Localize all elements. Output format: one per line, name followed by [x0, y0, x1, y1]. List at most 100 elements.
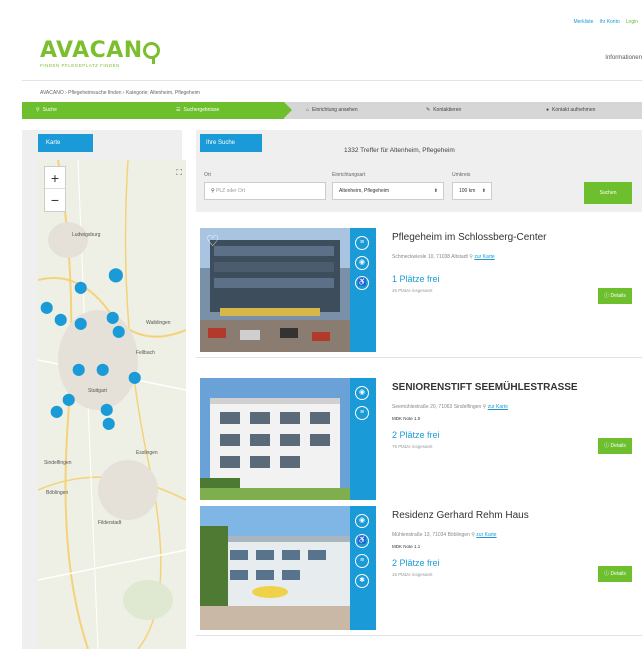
radius-label: Umkreis [452, 172, 471, 178]
map-link[interactable]: zur Karte [476, 532, 496, 538]
mdk-note: MDK Note 1.0 [392, 416, 421, 421]
result-card[interactable]: ◉ ♿ ≡ ✱ Residenz Gerhard Rehm Haus Mühle… [196, 500, 642, 636]
car-icon: ◉ [355, 514, 369, 528]
edit-icon: ✎ [426, 107, 431, 113]
map-pin-icon[interactable]: ⬤ [106, 310, 119, 324]
facility-title[interactable]: Residenz Gerhard Rehm Haus [392, 510, 529, 521]
account-link[interactable]: Ihr Konto [599, 19, 619, 25]
map-label: Sindelfingen [44, 460, 72, 466]
facility-address: Mühlenstraße 13, 71034 Böblingen ⚲ zur K… [392, 532, 497, 538]
zoom-control: + − [44, 166, 66, 212]
facility-image[interactable] [200, 378, 350, 502]
map-pin-icon[interactable]: ⬤ [54, 312, 67, 326]
bed-icon: ≡ [355, 236, 369, 250]
map[interactable]: Ludwigsburg Stuttgart Esslingen Böblinge… [38, 160, 186, 649]
car-icon: ◉ [355, 256, 369, 270]
map-label: Fellbach [136, 350, 155, 356]
map-link[interactable]: zur Karte [474, 254, 494, 260]
car-icon: ◉ [355, 386, 369, 400]
top-bar: Merkliste Ihr Konto Login [0, 0, 642, 30]
step-kontaktieren[interactable]: ✎ Kontaktieren [412, 102, 532, 119]
wheelchair-icon: ♿ [355, 276, 369, 290]
logo-pin-icon [142, 42, 160, 64]
facility-title[interactable]: Pflegeheim im Schlossberg-Center [392, 232, 547, 243]
tab-ihre-suche[interactable]: Ihre Suche [200, 134, 262, 152]
result-count: 1332 Treffer für Altenheim, Pflegeheim [344, 147, 455, 154]
map-pin-icon[interactable]: ⬤ [108, 266, 124, 283]
map-marker-icon: ⚲ [469, 254, 473, 260]
map-pin-icon[interactable]: ⬤ [128, 370, 141, 384]
info-link[interactable]: Informationen [605, 55, 642, 61]
list-icon: ☰ [176, 107, 181, 113]
type-label: Einrichtungsart [332, 172, 366, 178]
sidebar: Karte Ludwigsburg Stuttgart Esslingen Bö… [22, 130, 186, 649]
tab-karte[interactable]: Karte [38, 134, 93, 152]
map-pin-icon[interactable]: ⬤ [100, 402, 113, 416]
logo[interactable]: AVACAN [40, 38, 160, 64]
top-links: Merkliste Ihr Konto Login [573, 19, 638, 25]
map-pin-icon[interactable]: ⬤ [40, 300, 53, 314]
result-card[interactable]: ♡ ≡ ◉ ♿ Pflegeheim im Schlossberg-Center… [196, 222, 642, 358]
fullscreen-icon[interactable]: ⛶ [176, 168, 182, 178]
merkliste-link[interactable]: Merkliste [573, 19, 593, 25]
type-select[interactable]: Altenheim, Pflegeheim ⬍ [332, 182, 444, 200]
details-button[interactable]: ⓘ Details [598, 566, 632, 582]
step-einrichtung[interactable]: ⌂ Einrichtung ansehen [284, 102, 412, 119]
total-places: 16 Plätze insgesamt [392, 572, 433, 577]
map-marker-icon: ⚲ [471, 532, 475, 538]
facility-image[interactable]: ♡ [200, 228, 350, 352]
wheelchair-icon: ♿ [355, 534, 369, 548]
total-places: 75 Plätze insgesamt [392, 444, 433, 449]
map-label: Ludwigsburg [72, 232, 101, 238]
facility-address: Seemühlestraße 20, 71063 Sindelfingen ⚲ … [392, 404, 508, 410]
breadcrumb[interactable]: AVACANO › Pflegeheimsuche finden › Kateg… [40, 90, 200, 96]
result-card[interactable]: ◉ ≡ SENIORENSTIFT SEEMÜHLESTRASSE Seemüh… [196, 372, 642, 508]
step-kontakt-aufnehmen[interactable]: ● Kontakt aufnehmen [532, 102, 642, 119]
feature-icons: ◉ ≡ [350, 378, 376, 502]
details-button[interactable]: ⓘ Details [598, 438, 632, 454]
search-panel: Ihre Suche 1332 Treffer für Altenheim, P… [196, 130, 642, 212]
free-places: 2 Plätze frei [392, 430, 440, 440]
map-label: Filderstadt [98, 520, 122, 526]
map-pin-icon[interactable]: ⬤ [72, 362, 85, 376]
map-marker-icon: ⚲ [482, 404, 487, 410]
home-icon: ⌂ [306, 107, 310, 113]
search-button[interactable]: Suchen [584, 182, 632, 204]
map-label: Stuttgart [88, 388, 107, 394]
map-pin-icon[interactable]: ⬤ [50, 404, 63, 418]
map-pin-icon[interactable]: ⬤ [62, 392, 75, 406]
zoom-in-button[interactable]: + [45, 167, 65, 189]
step-arrow [284, 102, 292, 118]
total-places: 45 Plätze insgesamt [392, 288, 433, 293]
zoom-out-button[interactable]: − [45, 189, 65, 211]
step-suchergebnisse[interactable]: ☰ Suchergebnisse [162, 102, 292, 119]
map-label: Esslingen [136, 450, 158, 456]
map-pin-icon[interactable]: ⬤ [102, 416, 115, 430]
details-button[interactable]: ⓘ Details [598, 288, 632, 304]
step-suche[interactable]: ⚲ Suche [22, 102, 162, 119]
facility-image[interactable] [200, 506, 350, 630]
map-pin-icon[interactable]: ⬤ [74, 316, 87, 330]
login-link[interactable]: Login [626, 19, 638, 25]
tagline: FINDEN PFLEGEPLATZ FINDEN [40, 63, 120, 68]
radius-select[interactable]: 100 km ⬍ [452, 182, 492, 200]
map-pin-icon[interactable]: ⬤ [74, 280, 87, 294]
chevron-down-icon: ⬍ [481, 188, 486, 194]
map-link[interactable]: zur Karte [488, 404, 508, 410]
ort-label: Ort [204, 172, 211, 178]
search-icon: ⚲ [36, 107, 40, 113]
map-pin-icon[interactable]: ⬤ [112, 324, 125, 338]
progress-steps: ⚲ Suche ☰ Suchergebnisse ⌂ Einrichtung anse… [22, 102, 642, 119]
ort-input[interactable]: ⚲ PLZ oder Ort [204, 182, 326, 200]
chevron-down-icon: ⬍ [433, 188, 438, 194]
bed-icon: ≡ [355, 406, 369, 420]
heart-icon[interactable]: ♡ [206, 232, 219, 250]
chat-icon: ● [546, 107, 550, 113]
map-pin-icon[interactable]: ⬤ [96, 362, 109, 376]
facility-address: Schmeckwiesle 10, 71038 Altstadt ⚲ zur K… [392, 254, 495, 260]
free-places: 1 Plätze frei [392, 274, 440, 284]
feature-icons: ◉ ♿ ≡ ✱ [350, 506, 376, 630]
divider [22, 80, 642, 81]
bed-icon: ≡ [355, 554, 369, 568]
facility-title[interactable]: SENIORENSTIFT SEEMÜHLESTRASSE [392, 382, 578, 393]
